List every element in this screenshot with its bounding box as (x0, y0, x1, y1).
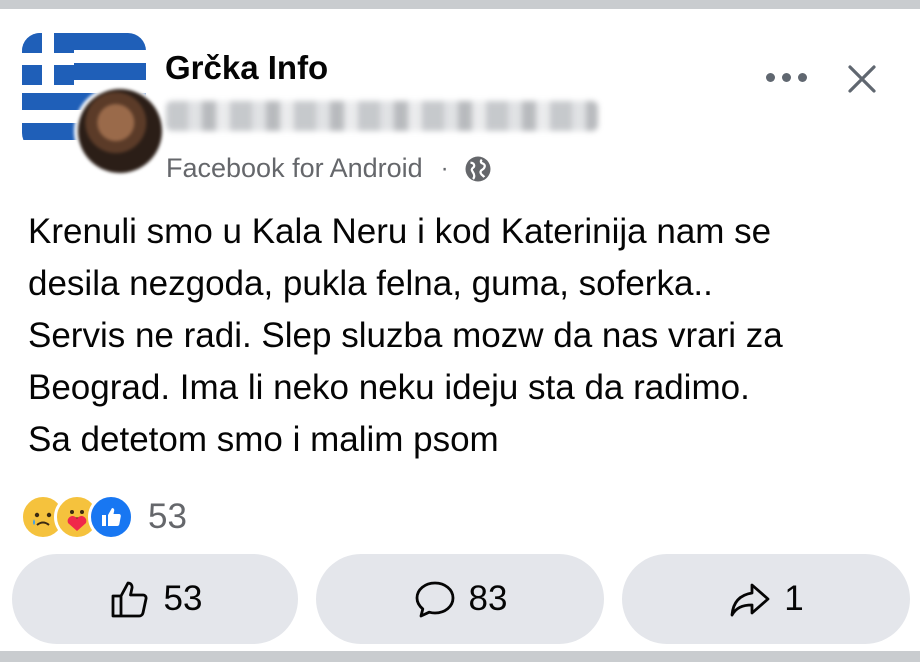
greek-flag-canton (22, 33, 74, 85)
thumbs-up-icon (111, 581, 148, 618)
post-card: Grčka Info Facebook for Android · Krenul… (0, 9, 920, 651)
user-avatar[interactable] (74, 85, 166, 177)
more-options-icon[interactable] (766, 65, 816, 89)
like-reaction-icon (88, 494, 134, 540)
blurred-author-name (166, 101, 598, 131)
comment-button[interactable]: 83 (316, 554, 604, 644)
meta-separator: · (440, 154, 449, 182)
share-button[interactable]: 1 (622, 554, 910, 644)
post-text-line: Beograd. Ima li neko neku ideju sta da r… (28, 368, 750, 407)
share-icon (730, 583, 770, 617)
post-text-line: desila nezgoda, pukla felna, guma, sofer… (28, 264, 713, 303)
post-text-line: Krenuli smo u Kala Neru i kod Katerinija… (28, 212, 772, 251)
close-icon[interactable] (840, 57, 884, 101)
post-text: Krenuli smo u Kala Neru i kod Katerinija… (28, 206, 908, 466)
group-name[interactable]: Grčka Info (165, 49, 328, 87)
post-text-line: Sa detetom smo i malim psom (28, 420, 499, 459)
share-count: 1 (784, 579, 804, 618)
post-text-line: Servis ne radi. Slep sluzba mozw da nas … (28, 316, 783, 355)
comment-count: 83 (468, 579, 508, 618)
like-button[interactable]: 53 (12, 554, 298, 644)
post-meta: Facebook for Android · (166, 153, 493, 184)
like-count: 53 (163, 579, 203, 618)
comment-icon (415, 581, 454, 618)
post-source: Facebook for Android (166, 153, 423, 183)
globe-icon (465, 156, 491, 181)
reaction-count: 53 (148, 497, 187, 536)
reactions-summary[interactable]: 53 (20, 494, 187, 540)
